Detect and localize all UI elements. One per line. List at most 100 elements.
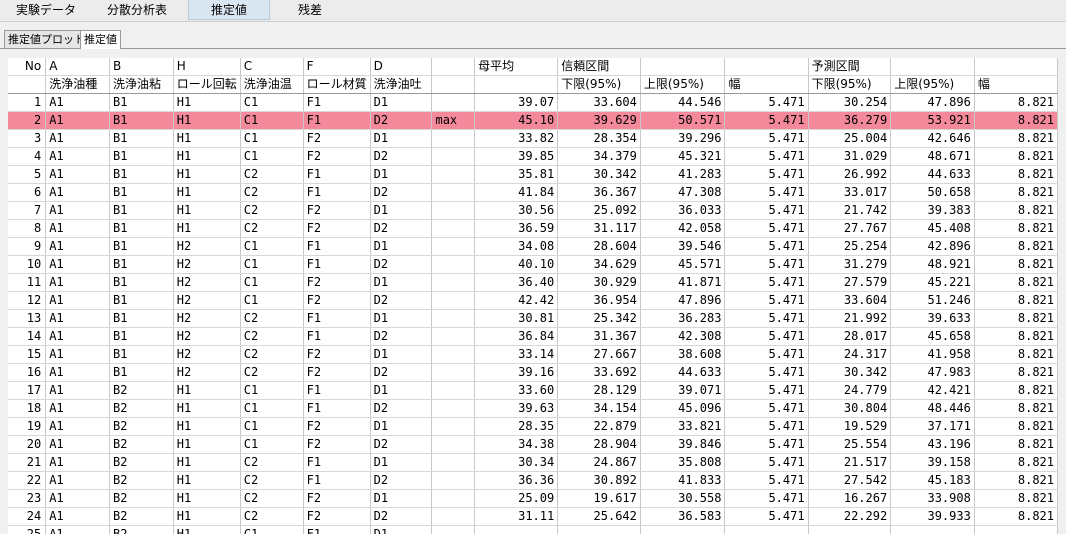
- table-cell: 8.821: [974, 111, 1058, 130]
- table-cell: 5.471: [724, 453, 809, 472]
- table-row[interactable]: 11 A1 B1 H2 C1 F2 D1 36.40 30.929 41.871 5.471 27.5…: [8, 273, 1058, 292]
- table-cell: B1: [109, 327, 174, 346]
- table-cell: 33.604: [808, 291, 892, 310]
- table-cell: 50.571: [640, 111, 726, 130]
- table-row[interactable]: 10 A1 B1 H2 C1 F1 D2 40.10 34.629 45.571 5.471 31.2…: [8, 255, 1058, 274]
- table-cell: 5.471: [724, 93, 809, 112]
- table-cell: C1: [240, 237, 304, 256]
- table-row[interactable]: 6 A1 B1 H1 C2 F1 D2 41.84 36.367 47.308 5.471 33.01…: [8, 183, 1058, 202]
- table-row[interactable]: 14 A1 B1 H2 C2 F1 D2 36.84 31.367 42.308 5.471 28.0…: [8, 327, 1058, 346]
- table-cell: 30.34: [474, 453, 559, 472]
- table-cell: 14: [8, 327, 47, 346]
- subtab-estimate[interactable]: 推定値: [80, 30, 121, 49]
- table-row[interactable]: 4 A1 B1 H1 C1 F2 D2 39.85 34.379 45.321 5.471 31.02…: [8, 147, 1058, 166]
- table-row[interactable]: 17 A1 B2 H1 C1 F1 D1 33.60 28.129 39.071 5.471 24.7…: [8, 381, 1058, 400]
- table-cell: D1: [370, 273, 433, 292]
- table-row[interactable]: 16 A1 B1 H2 C2 F2 D2 39.16 33.692 44.633 5.471 30.3…: [8, 363, 1058, 382]
- tab-estimates[interactable]: 推定値: [188, 0, 270, 20]
- table-row[interactable]: 1 A1 B1 H1 C1 F1 D1 39.07 33.604 44.546 5.471 30.25…: [8, 93, 1058, 112]
- table-cell: C1: [240, 273, 304, 292]
- table-cell: 5.471: [724, 237, 809, 256]
- table-cell: 8.821: [974, 201, 1058, 220]
- table-row[interactable]: 2 A1 B1 H1 C1 F1 D2 max 45.10 39.629 50.571 5.471 36…: [8, 111, 1058, 130]
- table-row[interactable]: 3 A1 B1 H1 C1 F2 D1 33.82 28.354 39.296 5.471 25.00…: [8, 129, 1058, 148]
- tab-experiment-data[interactable]: 実験データ: [6, 0, 86, 20]
- table-cell: 45.183: [890, 471, 975, 490]
- tab-residuals[interactable]: 残差: [282, 0, 338, 20]
- table-cell: D2: [370, 363, 433, 382]
- table-cell: 17: [8, 381, 47, 400]
- table-cell: 8.821: [974, 129, 1058, 148]
- table-cell: [431, 435, 476, 454]
- table-row[interactable]: 15 A1 B1 H2 C2 F2 D1 33.14 27.667 38.608 5.471 24.3…: [8, 345, 1058, 364]
- table-cell: D2: [370, 111, 433, 130]
- table-cell: 53.921: [890, 111, 975, 130]
- table-row[interactable]: 19 A1 B2 H1 C1 F2 D1 28.35 22.879 33.821 5.471 19.5…: [8, 417, 1058, 436]
- table-row[interactable]: 23 A1 B2 H1 C2 F2 D1 25.09 19.617 30.558 5.471 16.2…: [8, 489, 1058, 508]
- table-cell: 33.60: [474, 381, 559, 400]
- header-cell: 洗浄油温: [240, 75, 304, 94]
- table-cell: [431, 147, 476, 166]
- table-row[interactable]: 8 A1 B1 H1 C2 F2 D2 36.59 31.117 42.058 5.471 27.76…: [8, 219, 1058, 238]
- table-cell: 41.283: [640, 165, 726, 184]
- table-cell: 39.071: [640, 381, 726, 400]
- table-row[interactable]: 21 A1 B2 H1 C2 F1 D1 30.34 24.867 35.808 5.471 21.5…: [8, 453, 1058, 472]
- subtab-estimate-plot[interactable]: 推定値プロット: [4, 30, 89, 48]
- table-row[interactable]: 7 A1 B1 H1 C2 F2 D1 30.56 25.092 36.033 5.471 21.74…: [8, 201, 1058, 220]
- table-cell: B2: [109, 507, 174, 526]
- table-cell: D2: [370, 327, 433, 346]
- table-cell: 1: [8, 93, 47, 112]
- table-row[interactable]: 9 A1 B1 H2 C1 F1 D1 34.08 28.604 39.546 5.471 25.25…: [8, 237, 1058, 256]
- table-cell: 5.471: [724, 381, 809, 400]
- table-cell: max: [431, 111, 476, 130]
- table-cell: A1: [45, 147, 110, 166]
- table-cell: 36.283: [640, 309, 726, 328]
- table-cell: 34.38: [474, 435, 559, 454]
- table-cell: H2: [173, 273, 241, 292]
- table-cell: 33.604: [557, 93, 641, 112]
- table-cell: 20: [8, 435, 47, 454]
- table-cell: B1: [109, 309, 174, 328]
- header-cell: [431, 58, 476, 76]
- table-cell: D1: [370, 93, 433, 112]
- table-row[interactable]: 5 A1 B1 H1 C2 F1 D1 35.81 30.342 41.283 5.471 26.99…: [8, 165, 1058, 184]
- table-cell: F2: [303, 201, 371, 220]
- table-cell: 48.446: [890, 399, 975, 418]
- table-cell: B1: [109, 345, 174, 364]
- table-row[interactable]: 12 A1 B1 H2 C1 F2 D2 42.42 36.954 47.896 5.471 33.6…: [8, 291, 1058, 310]
- table-cell: B1: [109, 255, 174, 274]
- table-cell: 8.821: [974, 345, 1058, 364]
- table-cell: 39.16: [474, 363, 559, 382]
- table-cell: [640, 525, 726, 534]
- table-row[interactable]: 20 A1 B2 H1 C1 F2 D2 34.38 28.904 39.846 5.471 25.5…: [8, 435, 1058, 454]
- table-cell: H1: [173, 417, 241, 436]
- table-cell: 11: [8, 273, 47, 292]
- table-row[interactable]: 18 A1 B2 H1 C1 F1 D2 39.63 34.154 45.096 5.471 30.8…: [8, 399, 1058, 418]
- table-cell: 36.033: [640, 201, 726, 220]
- table-cell: 24: [8, 507, 47, 526]
- table-row[interactable]: 13 A1 B1 H2 C2 F1 D1 30.81 25.342 36.283 5.471 21.9…: [8, 309, 1058, 328]
- table-row[interactable]: 25 A1 B2 H1 C1 F1 D1: [8, 525, 1058, 534]
- table-cell: C2: [240, 471, 304, 490]
- table-cell: 47.896: [640, 291, 726, 310]
- table-cell: C1: [240, 111, 304, 130]
- table-row[interactable]: 22 A1 B2 H1 C2 F1 D2 36.36 30.892 41.833 5.471 27.5…: [8, 471, 1058, 490]
- tab-anova-table[interactable]: 分散分析表: [100, 0, 174, 20]
- table-cell: 44.633: [890, 165, 975, 184]
- table-cell: 8.821: [974, 165, 1058, 184]
- table-cell: H1: [173, 381, 241, 400]
- table-cell: 8.821: [974, 327, 1058, 346]
- table-cell: H1: [173, 525, 241, 534]
- table-cell: H1: [173, 165, 241, 184]
- table-cell: A1: [45, 435, 110, 454]
- table-cell: B1: [109, 147, 174, 166]
- table-cell: F2: [303, 129, 371, 148]
- table-cell: [431, 525, 476, 534]
- table-cell: A1: [45, 93, 110, 112]
- table-cell: 2: [8, 111, 47, 130]
- table-row[interactable]: 24 A1 B2 H1 C2 F2 D2 31.11 25.642 36.583 5.471 22.2…: [8, 507, 1058, 526]
- table-cell: 21.517: [808, 453, 892, 472]
- table-cell: [431, 237, 476, 256]
- table-cell: 28.129: [557, 381, 641, 400]
- table-cell: 33.821: [640, 417, 726, 436]
